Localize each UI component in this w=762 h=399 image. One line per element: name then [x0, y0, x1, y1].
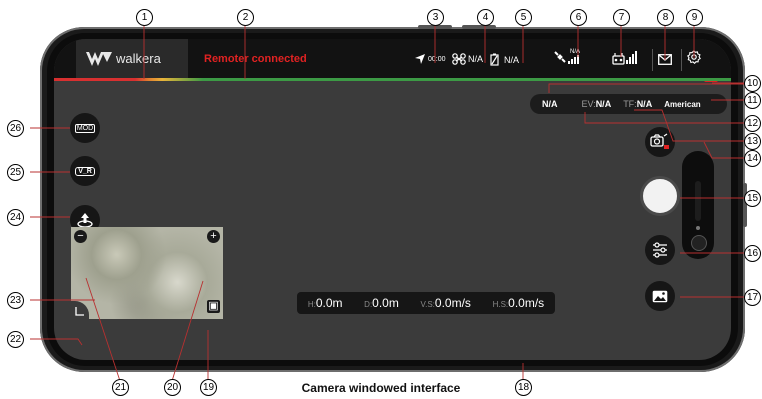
callout-7: 7 [613, 9, 630, 26]
callout-24: 24 [7, 209, 24, 226]
callout-23: 23 [7, 292, 24, 309]
callout-12: 12 [744, 115, 761, 132]
callout-25: 25 [7, 164, 24, 181]
callout-2: 2 [237, 9, 254, 26]
callout-5: 5 [515, 9, 532, 26]
callout-10: 10 [744, 75, 761, 92]
callout-15: 15 [744, 190, 761, 207]
callout-26: 26 [7, 120, 24, 137]
callout-13: 13 [744, 133, 761, 150]
callout-9: 9 [686, 9, 703, 26]
callout-3: 3 [427, 9, 444, 26]
callout-11: 11 [744, 92, 761, 109]
callout-17: 17 [744, 289, 761, 306]
callout-1: 1 [136, 9, 153, 26]
callout-4: 4 [477, 9, 494, 26]
callout-14: 14 [744, 150, 761, 167]
callout-lines [30, 25, 746, 382]
callout-16: 16 [744, 245, 761, 262]
callout-8: 8 [657, 9, 674, 26]
figure-caption: Camera windowed interface [301, 381, 461, 395]
callout-6: 6 [570, 9, 587, 26]
callout-22: 22 [7, 331, 24, 348]
